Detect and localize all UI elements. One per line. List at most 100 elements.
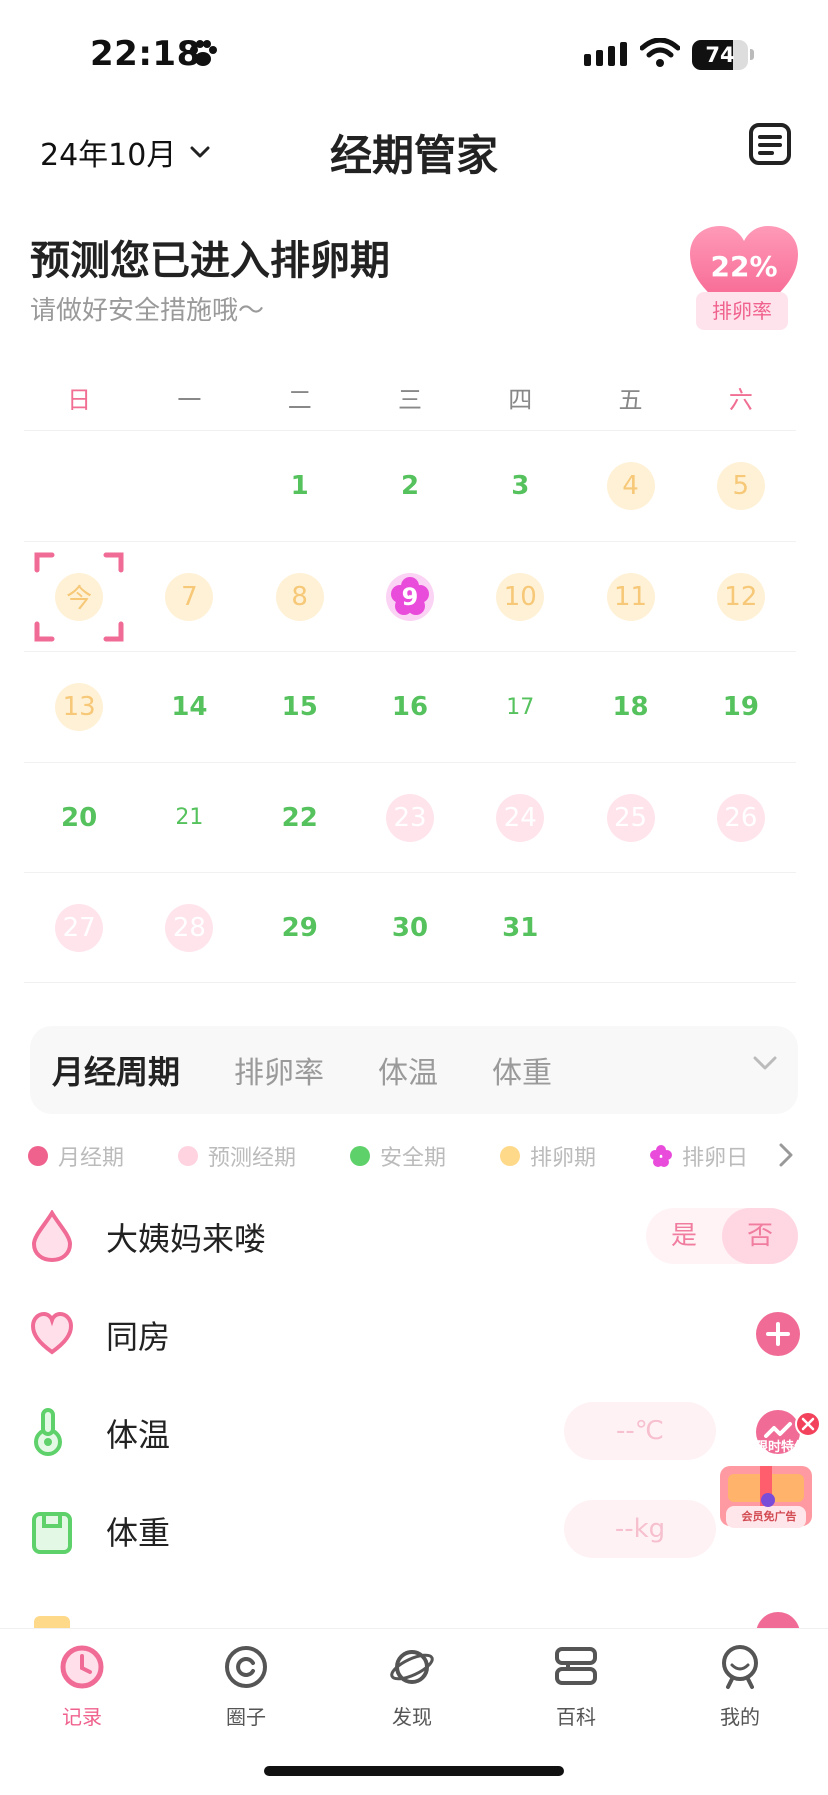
record-weight: 体重 --kg [30, 1496, 800, 1566]
calendar-empty-cell [24, 431, 134, 541]
calendar-day-cell[interactable]: 11 [575, 542, 685, 652]
battery-level: 74 [705, 43, 735, 67]
thermometer-icon [34, 1408, 62, 1456]
calendar-day-cell[interactable]: 29 [245, 873, 355, 983]
calendar-day-cell[interactable]: 13 [24, 652, 134, 762]
day-number: 14 [171, 692, 208, 722]
legend-label: 安全期 [380, 1146, 447, 1171]
day-number: 3 [511, 471, 530, 501]
add-intimacy-button[interactable] [756, 1312, 800, 1356]
nav-record[interactable]: 记录 [22, 1643, 142, 1730]
calendar-day-cell[interactable]: 12 [686, 542, 796, 652]
day-number: 13 [55, 683, 104, 731]
calendar-day-cell[interactable]: 19 [686, 652, 796, 762]
tab-temperature[interactable]: 体温 [378, 1048, 438, 1092]
period-yes-option[interactable]: 是 [646, 1208, 722, 1264]
cellular-signal-icon [584, 42, 627, 66]
nav-wiki[interactable]: 百科 [516, 1643, 636, 1730]
day-number: 1 [290, 471, 309, 501]
weekday-wed: 三 [397, 386, 422, 414]
day-number: 24 [496, 793, 545, 842]
weekday-mon: 一 [177, 386, 202, 414]
tab-cycle[interactable]: 月经周期 [52, 1047, 180, 1093]
calendar-day-cell[interactable]: 8 [245, 542, 355, 652]
notes-icon[interactable] [748, 122, 792, 166]
calendar-day-cell[interactable]: 14 [134, 652, 244, 762]
profile-icon [722, 1645, 758, 1689]
partial-row-icon [34, 1616, 70, 1628]
nav-label: 圈子 [226, 1705, 266, 1729]
tab-ovulation-rate[interactable]: 排卵率 [234, 1048, 324, 1092]
tab-weight[interactable]: 体重 [492, 1048, 552, 1092]
day-number: 5 [716, 462, 765, 510]
member-promo-ad[interactable]: 会员限时特价 会员免广告 [708, 1411, 828, 1548]
calendar-day-cell[interactable]: 18 [575, 652, 685, 762]
calendar-day-cell[interactable]: 9 [355, 542, 465, 652]
month-selector[interactable]: 24年10月 [40, 130, 210, 174]
temperature-input[interactable]: --℃ [564, 1402, 716, 1460]
calendar-day-cell[interactable]: 21 [134, 763, 244, 873]
nav-circle[interactable]: 圈子 [186, 1643, 306, 1730]
weekday-sat: 六 [728, 386, 753, 414]
day-number: 27 [55, 904, 104, 952]
partial-plus-button[interactable] [756, 1612, 800, 1628]
calendar-empty-cell [134, 431, 244, 541]
calendar-day-cell[interactable]: 5 [686, 431, 796, 541]
legend-ovulation: 排卵期 [500, 1140, 596, 1172]
expand-chevron-icon[interactable] [752, 1054, 778, 1072]
close-icon[interactable] [794, 1410, 822, 1438]
chevron-down-icon [190, 146, 210, 158]
legend-dot [178, 1146, 199, 1166]
calendar-day-cell[interactable]: 22 [245, 763, 355, 873]
calendar-day-cell[interactable]: 16 [355, 652, 465, 762]
legend-dot [350, 1146, 371, 1166]
calendar-day-cell[interactable]: 26 [686, 763, 796, 873]
month-label: 24年10月 [40, 138, 177, 173]
legend-label: 预测经期 [208, 1146, 297, 1171]
prediction-subline: 请做好安全措施哦～ [30, 296, 265, 326]
chevron-right-icon[interactable] [778, 1142, 794, 1168]
calendar-day-cell[interactable]: 10 [465, 542, 575, 652]
status-bar: 22:18 74 [0, 0, 828, 110]
clock-time: 22:18 [90, 34, 201, 74]
calendar-day-cell[interactable]: 3 [465, 431, 575, 541]
legend-dot [28, 1146, 48, 1166]
calendar-day-cell[interactable]: 20 [24, 763, 134, 873]
legend-dot [500, 1146, 521, 1166]
day-number: 16 [391, 692, 429, 722]
calendar-empty-cell [575, 873, 685, 983]
calendar-day-cell[interactable]: 25 [575, 763, 685, 873]
weight-input[interactable]: --kg [564, 1500, 716, 1558]
day-number: 8 [275, 572, 324, 621]
calendar-day-cell[interactable]: 1 [245, 431, 355, 541]
day-number: 7 [165, 572, 214, 621]
calendar-day-cell[interactable]: 23 [355, 763, 465, 873]
calendar-day-cell[interactable]: 4 [575, 431, 685, 541]
calendar-day-cell[interactable]: 31 [465, 873, 575, 983]
calendar-day-cell[interactable]: 28 [134, 873, 244, 983]
calendar-week-row: 今 7 8 9 10 11 12 [24, 540, 796, 652]
day-number: 20 [61, 802, 98, 833]
weekday-fri: 五 [618, 386, 643, 414]
calendar-day-cell[interactable]: 7 [134, 542, 244, 652]
calendar-day-cell[interactable]: 24 [465, 763, 575, 873]
calendar-day-cell[interactable]: 今 [24, 542, 134, 652]
scale-icon [32, 1512, 72, 1554]
day-number: 22 [281, 802, 318, 833]
calendar-day-cell[interactable]: 17 [465, 652, 575, 762]
calendar-day-cell[interactable]: 30 [355, 873, 465, 983]
day-number: 19 [722, 692, 759, 722]
record-temperature: 体温 --℃ [30, 1398, 800, 1468]
calendar-day-cell[interactable]: 15 [245, 652, 355, 762]
weekday-sun: 日 [67, 386, 92, 414]
plus-icon [766, 1322, 790, 1346]
period-no-option[interactable]: 否 [722, 1208, 798, 1264]
day-number: 21 [175, 805, 204, 830]
calendar-day-cell[interactable]: 2 [355, 431, 465, 541]
calendar-week-row: 1 2 3 4 5 [24, 430, 796, 541]
day-number: 31 [502, 913, 539, 943]
nav-profile[interactable]: 我的 [680, 1643, 800, 1730]
calendar-day-cell[interactable]: 27 [24, 873, 134, 983]
nav-discover[interactable]: 发现 [352, 1643, 472, 1730]
book-icon [555, 1647, 597, 1685]
